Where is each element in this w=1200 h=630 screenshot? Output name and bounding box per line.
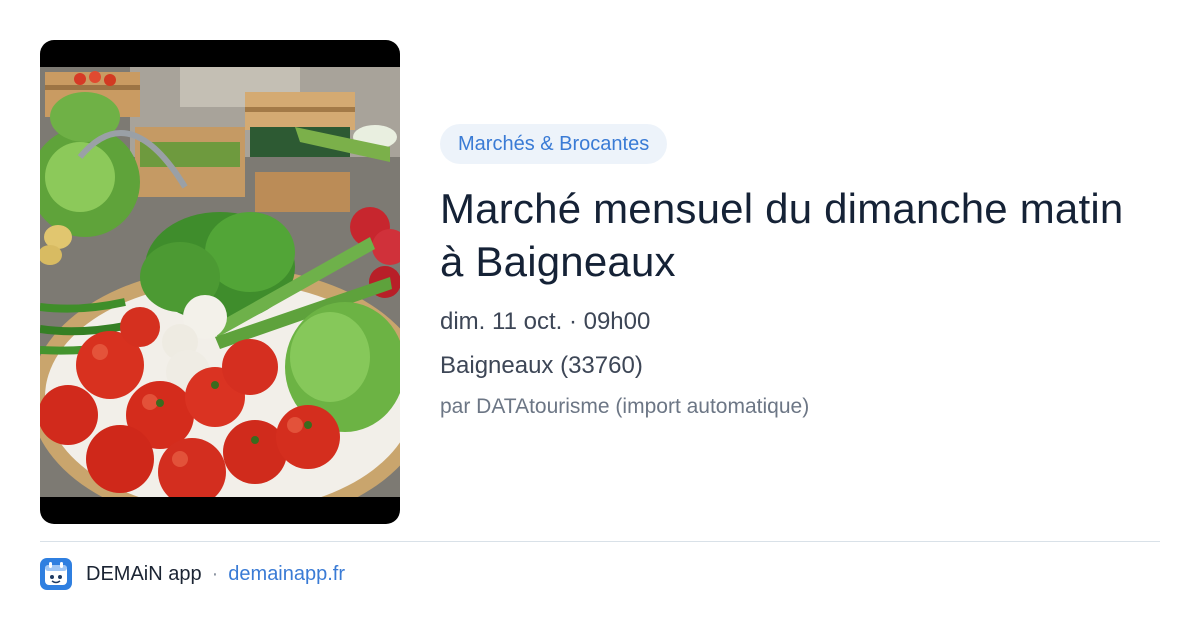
footer-separator: · [211, 562, 219, 585]
app-name: DEMAiN app [86, 562, 202, 585]
event-source: par DATAtourisme (import automatique) [440, 395, 810, 418]
event-image-frame [40, 40, 400, 524]
event-details: Marchés & Brocantes Marché mensuel du di… [440, 124, 1160, 422]
app-website-link[interactable]: demainapp.fr [228, 563, 345, 586]
category-badge[interactable]: Marchés & Brocantes [440, 124, 668, 164]
event-title[interactable]: Marché mensuel du dimanche matin à Baign… [440, 182, 1140, 288]
market-produce-image [40, 67, 400, 497]
event-preview-card[interactable]: Marchés & Brocantes Marché mensuel du di… [0, 0, 1200, 630]
demain-app-logo-icon [40, 558, 72, 590]
footer-divider [40, 541, 1160, 542]
event-datetime: dim. 11 oct. · 09h00 [440, 308, 651, 335]
event-location: Baigneaux (33760) [440, 352, 643, 379]
footer: DEMAiN app · demainapp.fr [40, 557, 345, 591]
